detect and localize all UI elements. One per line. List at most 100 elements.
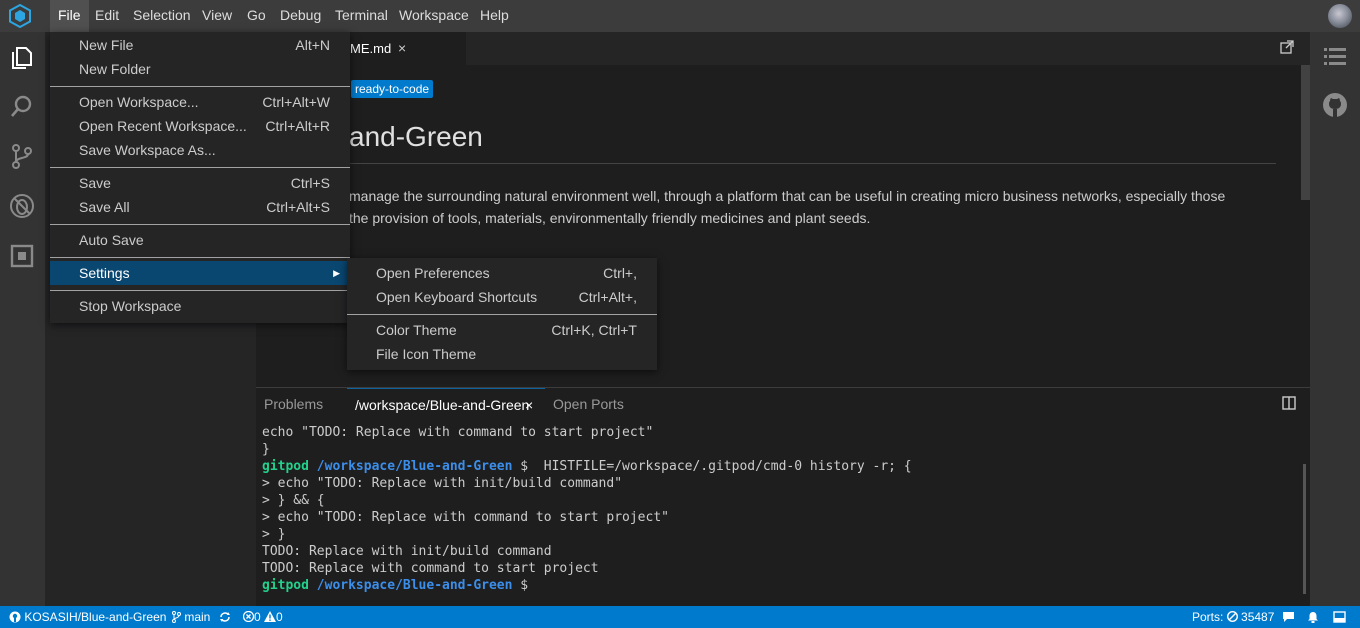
chevron-right-icon: ▶ bbox=[333, 268, 340, 278]
menu-item-color-theme[interactable]: Color Theme Ctrl+K, Ctrl+T bbox=[347, 318, 657, 342]
menu-item-shortcut: Ctrl+Alt+S bbox=[266, 199, 330, 215]
tab-readme[interactable]: ME.md × bbox=[346, 32, 466, 65]
branch-status[interactable]: main bbox=[172, 606, 210, 628]
chat-icon[interactable] bbox=[1282, 611, 1295, 623]
menu-item-open-recent-workspace[interactable]: Open Recent Workspace... Ctrl+Alt+R bbox=[50, 114, 350, 138]
menu-separator bbox=[347, 314, 657, 315]
debug-icon[interactable] bbox=[8, 192, 36, 220]
menu-item-label: New Folder bbox=[79, 61, 151, 77]
menu-item-label: Save bbox=[79, 175, 111, 191]
repo-name: KOSASIH/Blue-and-Green bbox=[24, 610, 167, 624]
menu-item-file-icon-theme[interactable]: File Icon Theme bbox=[347, 342, 657, 366]
prompt-symbol: $ bbox=[520, 459, 529, 474]
warning-count: 0 bbox=[276, 610, 283, 624]
sync-icon[interactable] bbox=[219, 606, 231, 628]
ports-status[interactable]: Ports: 35487 bbox=[1192, 606, 1274, 628]
menu-item-label: Settings bbox=[79, 265, 130, 281]
menu-item-label: Open Preferences bbox=[376, 265, 490, 281]
close-icon[interactable]: × bbox=[525, 389, 533, 421]
branch-name: main bbox=[184, 610, 211, 624]
menu-separator bbox=[50, 224, 350, 225]
page-title: and-Green bbox=[349, 121, 483, 152]
menu-debug[interactable]: Debug bbox=[272, 0, 329, 32]
gitpod-logo-icon[interactable] bbox=[8, 4, 32, 28]
menu-item-label: Auto Save bbox=[79, 232, 144, 248]
menu-help[interactable]: Help bbox=[472, 0, 517, 32]
explorer-icon[interactable] bbox=[8, 44, 36, 72]
settings-submenu: Open Preferences Ctrl+, Open Keyboard Sho… bbox=[347, 258, 657, 370]
terminal-line: echo "TODO: Replace with command to star… bbox=[262, 425, 654, 440]
menu-item-shortcut: Ctrl+Alt+, bbox=[578, 289, 637, 305]
warning-icon bbox=[264, 611, 277, 622]
search-icon[interactable] bbox=[8, 92, 36, 120]
menu-item-stop-workspace[interactable]: Stop Workspace bbox=[50, 294, 350, 318]
menu-item-save[interactable]: Save Ctrl+S bbox=[50, 171, 350, 195]
extensions-icon[interactable] bbox=[8, 242, 36, 270]
menu-item-save-workspace-as[interactable]: Save Workspace As... bbox=[50, 138, 350, 162]
prompt-path: /workspace/Blue-and-Green bbox=[316, 459, 513, 474]
terminal-line: TODO: Replace with init/build command bbox=[262, 544, 552, 559]
github-icon bbox=[9, 611, 21, 623]
menu-view[interactable]: View bbox=[194, 0, 240, 32]
menu-item-shortcut: Ctrl+K, Ctrl+T bbox=[551, 322, 637, 338]
menu-item-open-keyboard-shortcuts[interactable]: Open Keyboard Shortcuts Ctrl+Alt+, bbox=[347, 285, 657, 309]
menu-selection[interactable]: Selection bbox=[125, 0, 199, 32]
menu-item-shortcut: Ctrl+Alt+W bbox=[262, 94, 330, 110]
editor-scrollbar[interactable] bbox=[1301, 65, 1310, 200]
terminal-line: > echo "TODO: Replace with init/build co… bbox=[262, 476, 623, 491]
terminal-scrollbar[interactable] bbox=[1303, 464, 1306, 594]
menu-item-shortcut: Alt+N bbox=[295, 37, 330, 53]
menu-item-open-workspace[interactable]: Open Workspace... Ctrl+Alt+W bbox=[50, 90, 350, 114]
paragraph-line: the provision of tools, materials, envir… bbox=[349, 210, 871, 226]
menu-item-label: Open Workspace... bbox=[79, 94, 199, 110]
toggle-panel-icon[interactable] bbox=[1333, 611, 1346, 623]
github-icon[interactable] bbox=[1322, 92, 1348, 118]
menu-workspace[interactable]: Workspace bbox=[391, 0, 477, 32]
terminal-line: gitpod /workspace/Blue-and-Green $ HISTF… bbox=[262, 458, 1292, 475]
split-terminal-icon[interactable] bbox=[1282, 396, 1296, 410]
menu-terminal[interactable]: Terminal bbox=[327, 0, 396, 32]
close-icon[interactable]: × bbox=[398, 40, 406, 56]
menu-item-label: Save Workspace As... bbox=[79, 142, 216, 158]
bell-icon[interactable] bbox=[1307, 611, 1319, 623]
menu-separator bbox=[50, 167, 350, 168]
menu-edit[interactable]: Edit bbox=[87, 0, 127, 32]
menu-go[interactable]: Go bbox=[239, 0, 274, 32]
bottom-panel: Problems /workspace/Blue-and-Green × Ope… bbox=[256, 387, 1310, 607]
tab-terminal[interactable]: /workspace/Blue-and-Green × bbox=[347, 388, 545, 420]
menu-separator bbox=[50, 290, 350, 291]
menu-item-auto-save[interactable]: Auto Save bbox=[50, 228, 350, 252]
menu-item-label: File Icon Theme bbox=[376, 346, 477, 362]
menu-item-shortcut: Ctrl+, bbox=[603, 265, 637, 281]
menu-item-settings[interactable]: Settings ▶ bbox=[50, 261, 350, 285]
avatar[interactable] bbox=[1328, 4, 1352, 28]
open-preview-icon[interactable] bbox=[1280, 40, 1294, 54]
menu-item-label: Open Recent Workspace... bbox=[79, 118, 247, 134]
menu-item-shortcut: Ctrl+Alt+R bbox=[265, 118, 330, 134]
menu-item-open-preferences[interactable]: Open Preferences Ctrl+, bbox=[347, 261, 657, 285]
file-menu-dropdown: New File Alt+N New Folder Open Workspace.… bbox=[50, 32, 350, 323]
terminal-command: HISTFILE=/workspace/.gitpod/cmd-0 histor… bbox=[528, 459, 912, 474]
terminal-output[interactable]: echo "TODO: Replace with command to star… bbox=[262, 424, 1292, 594]
outline-icon[interactable] bbox=[1323, 46, 1347, 68]
branch-icon bbox=[172, 611, 181, 623]
status-badge[interactable]: ready-to-code bbox=[351, 80, 434, 98]
tab-open-ports[interactable]: Open Ports bbox=[553, 388, 624, 420]
menu-item-new-file[interactable]: New File Alt+N bbox=[50, 33, 350, 57]
paragraph-line: manage the surrounding natural environme… bbox=[349, 188, 1226, 204]
menu-file[interactable]: File bbox=[50, 0, 89, 32]
repo-status[interactable]: KOSASIH/Blue-and-Green bbox=[9, 606, 166, 628]
menu-item-save-all[interactable]: Save All Ctrl+Alt+S bbox=[50, 195, 350, 219]
tab-problems[interactable]: Problems bbox=[264, 388, 323, 420]
terminal-line: gitpod /workspace/Blue-and-Green $ bbox=[262, 577, 1292, 594]
ports-count: 35487 bbox=[1241, 610, 1275, 624]
prompt-user: gitpod bbox=[262, 459, 309, 474]
problems-status[interactable]: 0 0 bbox=[242, 606, 283, 628]
terminal-line: > } bbox=[262, 527, 286, 542]
statusbar: KOSASIH/Blue-and-Green main 0 0 Ports: 3… bbox=[0, 606, 1360, 628]
source-control-icon[interactable] bbox=[8, 142, 36, 170]
editor-tabbar: ME.md × bbox=[256, 32, 1310, 65]
menubar: File Edit Selection View Go Debug Termin… bbox=[0, 0, 1360, 32]
menu-item-new-folder[interactable]: New Folder bbox=[50, 57, 350, 81]
tab-label: ME.md bbox=[350, 41, 392, 56]
